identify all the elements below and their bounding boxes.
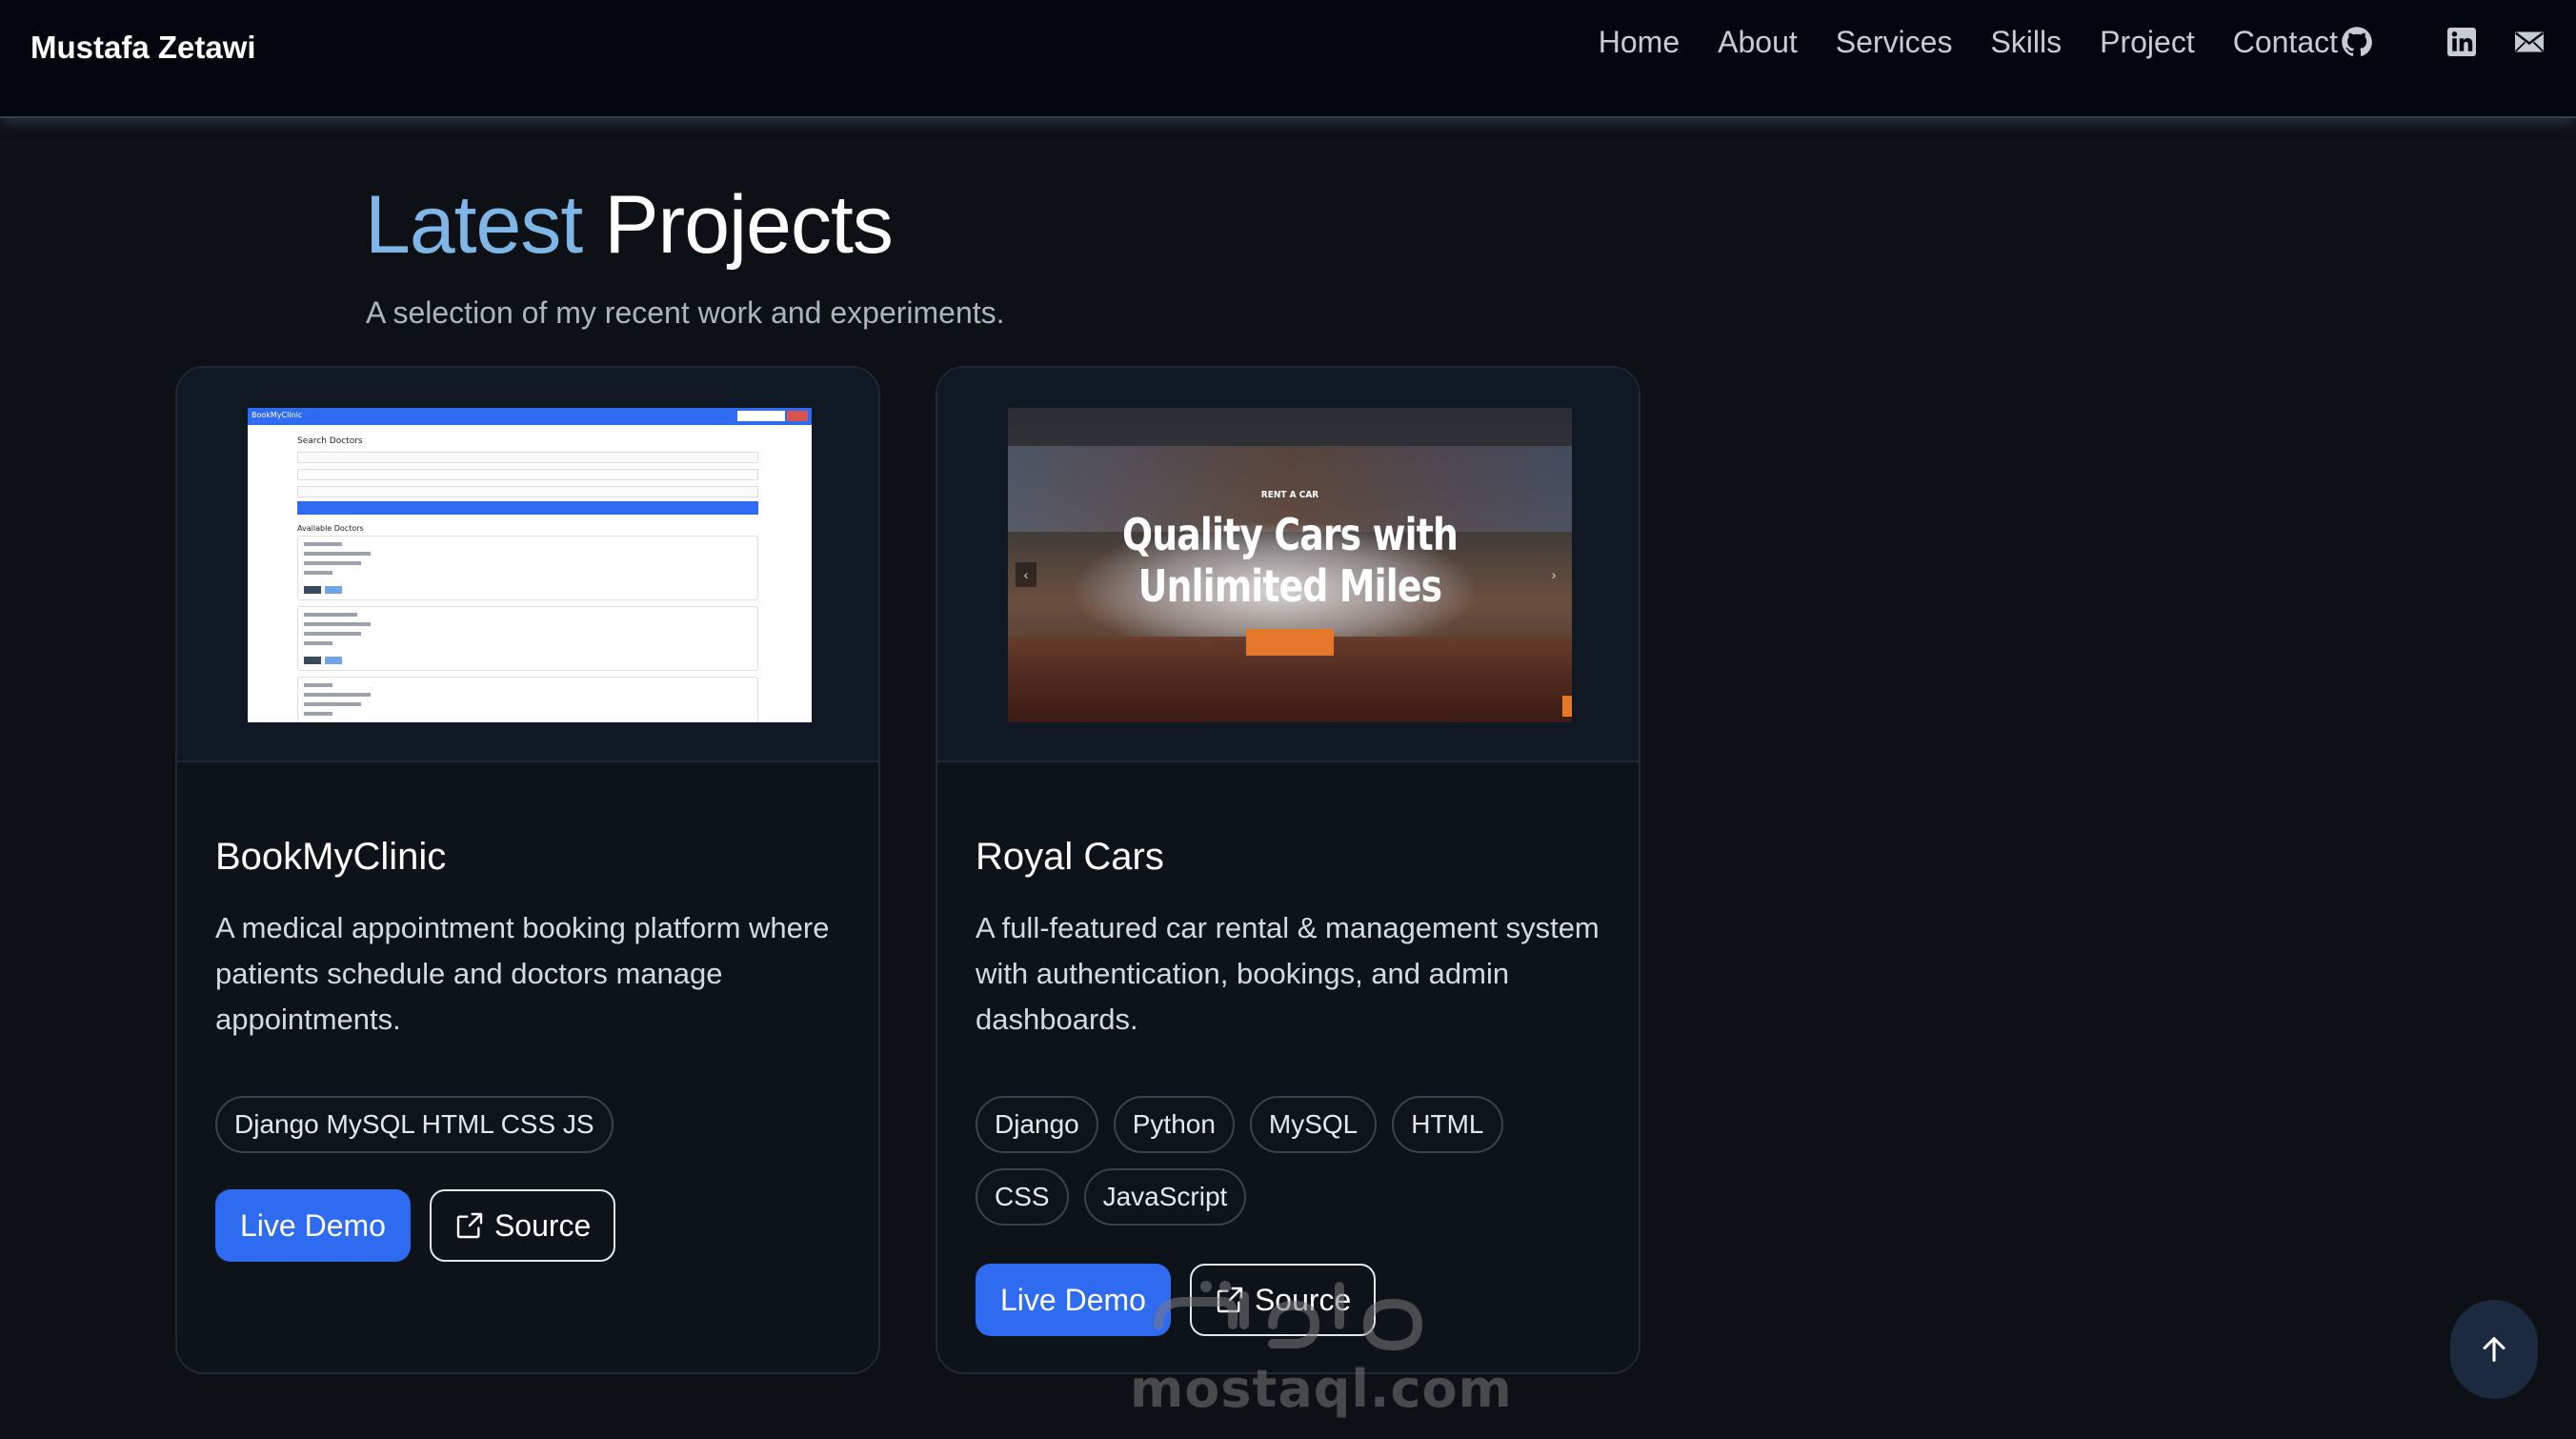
thumb-line: [304, 693, 371, 697]
project-thumbnail[interactable]: RENT A CAR Quality Cars with Unlimited M…: [1008, 408, 1572, 722]
live-demo-button[interactable]: Live Demo: [976, 1264, 1171, 1336]
project-actions: Live Demo Source: [976, 1264, 1377, 1336]
thumb-field: [297, 486, 758, 497]
thumb-next-arrow-icon: ›: [1551, 567, 1557, 582]
tech-tag: MySQL: [1249, 1096, 1378, 1153]
thumb-headline-line2: Unlimited Miles: [1137, 560, 1442, 612]
thumb-line: [304, 561, 361, 565]
tech-tag: CSS: [976, 1168, 1069, 1226]
thumb-prev-arrow-icon: ‹: [1016, 562, 1036, 587]
thumb-doctor-card: [297, 606, 758, 671]
nav-links: Home About Services Skills Project Conta…: [1560, 23, 2338, 61]
nav-link-project[interactable]: Project: [2100, 23, 2195, 61]
section-title-accent: Latest: [365, 179, 583, 271]
thumb-caption: RENT A CAR: [1260, 490, 1319, 500]
brand-logo[interactable]: Mustafa Zetawi: [30, 29, 256, 67]
navbar: Mustafa Zetawi Home About Services Skill…: [0, 0, 2576, 118]
thumb-line: [304, 702, 361, 706]
project-card-bookmyclinic: BookMyClinic Search Doctors Available Do…: [175, 366, 880, 1374]
thumb-line: [304, 613, 357, 617]
thumb-navbar: BookMyClinic: [248, 408, 812, 425]
thumb-field: [297, 469, 758, 480]
thumb-chip: [325, 586, 342, 594]
thumb-chip: [304, 657, 321, 664]
source-button[interactable]: Source: [1189, 1264, 1377, 1336]
tech-tag: JavaScript: [1083, 1168, 1247, 1226]
project-media: RENT A CAR Quality Cars with Unlimited M…: [937, 368, 1639, 762]
thumb-line: [304, 632, 361, 636]
thumb-line: [304, 712, 332, 716]
section-title: Latest Projects: [365, 177, 894, 273]
project-title: BookMyClinic: [215, 836, 447, 878]
project-thumbnail[interactable]: BookMyClinic Search Doctors Available Do…: [248, 408, 812, 722]
thumb-doctor-card: [297, 677, 758, 722]
thumb-nav-button: [737, 411, 785, 421]
project-title: Royal Cars: [976, 836, 1164, 878]
source-button-label: Source: [493, 1207, 592, 1243]
thumb-line: [304, 622, 371, 626]
project-description: A medical appointment booking platform w…: [215, 911, 830, 1036]
thumb-side-tab: [1562, 696, 1572, 717]
tech-tag: Django: [976, 1096, 1098, 1153]
tech-tag: Django MySQL HTML CSS JS: [215, 1096, 614, 1153]
bookmyclinic-screenshot: BookMyClinic Search Doctors Available Do…: [248, 408, 812, 722]
nav-link-contact[interactable]: Contact: [2233, 23, 2338, 61]
tech-tag: HTML: [1392, 1096, 1503, 1153]
source-button[interactable]: Source: [429, 1189, 616, 1262]
project-tags: Django Python MySQL HTML CSS JavaScript: [976, 1096, 1604, 1226]
nav-link-about[interactable]: About: [1718, 23, 1798, 61]
thumb-chip: [325, 657, 342, 664]
github-icon[interactable]: [2340, 25, 2374, 59]
nav-link-services[interactable]: Services: [1836, 23, 1953, 61]
mail-icon[interactable]: [2512, 25, 2546, 59]
source-button-label: Source: [1254, 1282, 1352, 1317]
project-actions: Live Demo Source: [215, 1189, 616, 1262]
scroll-to-top-button[interactable]: [2450, 1300, 2538, 1399]
thumb-line: [304, 683, 332, 687]
tech-tag: Python: [1113, 1096, 1235, 1153]
section-title-rest: Projects: [604, 179, 894, 271]
thumb-logout-button: [787, 411, 808, 421]
nav-link-skills[interactable]: Skills: [1990, 23, 2062, 61]
project-media: BookMyClinic Search Doctors Available Do…: [177, 368, 878, 762]
thumb-line: [304, 542, 342, 546]
external-link-icon: [1217, 1287, 1243, 1313]
royal-cars-screenshot: RENT A CAR Quality Cars with Unlimited M…: [1008, 408, 1572, 722]
arrow-up-icon: [2483, 1337, 2506, 1362]
thumb-chip: [304, 586, 321, 594]
thumb-doctor-card: [297, 536, 758, 600]
project-tags: Django MySQL HTML CSS JS: [215, 1096, 844, 1153]
section-subtitle: A selection of my recent work and experi…: [366, 295, 1005, 330]
thumb-line: [304, 641, 332, 645]
project-description: A full-featured car rental & management …: [976, 911, 1600, 1036]
thumb-brand: BookMyClinic: [252, 411, 303, 419]
thumb-subheading: Available Doctors: [297, 524, 364, 533]
linkedin-icon[interactable]: [2445, 25, 2479, 59]
thumb-headline-line1: Quality Cars with: [1121, 509, 1459, 560]
thumb-reserve-button: [1246, 629, 1334, 656]
live-demo-button[interactable]: Live Demo: [215, 1189, 411, 1262]
nav-link-home[interactable]: Home: [1599, 23, 1680, 61]
thumb-line: [304, 552, 371, 556]
thumb-heading: Search Doctors: [297, 436, 363, 446]
thumb-headline: Quality Cars with Unlimited Miles: [1058, 509, 1520, 612]
thumb-field: [297, 452, 758, 463]
project-card-royal-cars: RENT A CAR Quality Cars with Unlimited M…: [936, 366, 1640, 1374]
thumb-line: [304, 571, 332, 575]
external-link-icon: [456, 1212, 483, 1239]
thumb-search-bar: [297, 501, 758, 515]
